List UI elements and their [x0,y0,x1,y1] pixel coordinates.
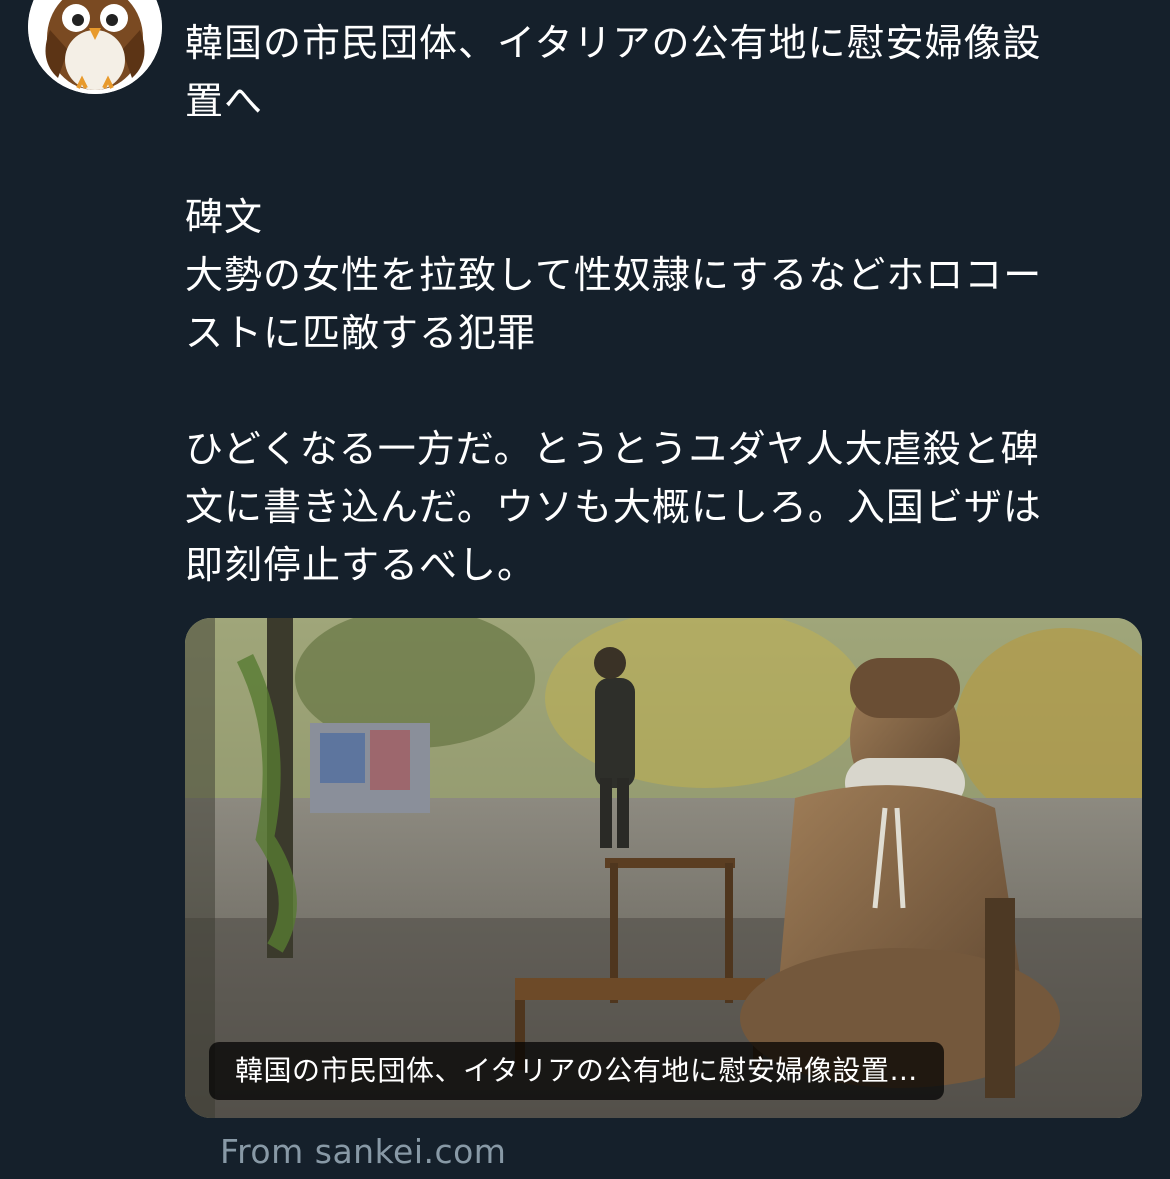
owl-avatar-icon [28,0,162,94]
tweet-body: 韓国の市民団体、イタリアの公有地に慰安婦像設 置へ 碑文 大勢の女性を拉致して性… [185,14,1145,594]
tweet-paragraph: 碑文 大勢の女性を拉致して性奴隷にするなどホロコー ストに匹敵する犯罪 [185,188,1145,362]
user-avatar[interactable] [28,0,162,94]
tweet-line: 碑文 [185,195,264,239]
tweet-paragraph: ひどくなる一方だ。とうとうユダヤ人大虐殺と碑 文に書き込んだ。ウソも大概にしろ。… [185,420,1145,594]
link-card-title[interactable]: 韓国の市民団体、イタリアの公有地に慰安婦像設置… [209,1042,944,1100]
user-handle-clipped [430,0,710,6]
tweet-paragraph: 韓国の市民団体、イタリアの公有地に慰安婦像設 置へ [185,14,1145,130]
tweet-line: ひどくなる一方だ。とうとうユダヤ人大虐殺と碑 [185,427,1040,471]
link-source-domain[interactable]: From sankei.com [220,1132,506,1171]
tweet-line: 置へ [185,79,264,123]
tweet-line: 韓国の市民団体、イタリアの公有地に慰安婦像設 [185,21,1042,65]
link-preview-card[interactable]: 韓国の市民団体、イタリアの公有地に慰安婦像設置… [185,618,1142,1118]
tweet-line: ストに匹敵する犯罪 [185,311,537,355]
tweet-line: 大勢の女性を拉致して性奴隷にするなどホロコー [185,253,1043,297]
tweet-line: 即刻停止するべし。 [185,543,537,587]
tweet-line: 文に書き込んだ。ウソも大概にしろ。入国ビザは [185,485,1042,529]
